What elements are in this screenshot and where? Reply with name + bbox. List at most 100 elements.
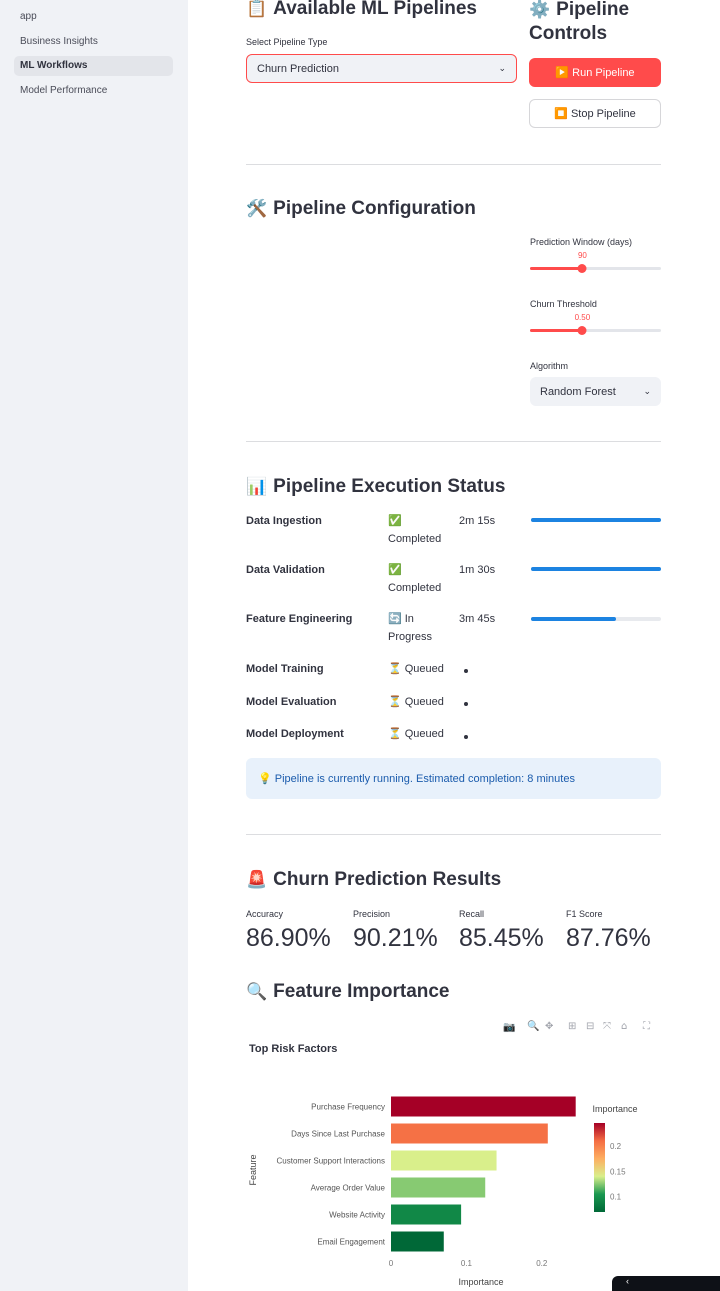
pipelines-title: Available ML Pipelines [273,0,477,19]
stage-status: ⏳ Queued [388,696,444,708]
config-heading: 🛠️ Pipeline Configuration [246,198,476,220]
controls-heading: ⚙️ Pipeline Controls [529,0,679,46]
stage-status: ⏳ Queued [388,728,444,740]
chevron-down-icon: ⌄ [643,386,651,397]
stage-status: ✅ Completed [388,515,442,545]
manage-app-button[interactable]: ‹ [612,1276,720,1291]
churn-threshold-value: 0.50 [574,313,591,322]
metric-value: 87.76% [566,924,651,952]
stage-status: ✅ Completed [388,564,442,594]
divider [246,164,661,165]
bar[interactable] [391,1177,486,1198]
chevron-down-icon: ⌄ [498,63,506,74]
colorbar [594,1123,605,1212]
progress-fill [531,518,661,522]
stage-name: Model Evaluation [246,696,337,708]
prediction-window-slider[interactable] [530,264,661,273]
results-heading: 🚨 Churn Prediction Results [246,869,501,891]
feature-importance-chart: Purchase Frequency Days Since Last Purcha… [248,1096,638,1287]
metric-label: F1 Score [566,909,603,919]
x-axis-label: Importance [458,1277,503,1287]
zoom-in-icon[interactable]: ⊞ [568,1021,576,1032]
fullscreen-icon[interactable]: ⛶ [643,1021,650,1032]
siren-icon: 🚨 [246,870,268,890]
category-label: Days Since Last Purchase [291,1130,385,1139]
stage-name: Model Training [246,663,324,675]
colorbar-ticks: 0.2 0.15 0.1 [610,1142,626,1202]
category-label: Customer Support Interactions [277,1157,386,1166]
category-label: Purchase Frequency [311,1103,385,1112]
importance-title: Feature Importance [273,981,450,1002]
x-tick-label: 0.1 [461,1259,473,1268]
metric-value: 86.90% [246,924,331,952]
pipeline-type-label: Select Pipeline Type [246,37,328,47]
pipelines-heading: 📋 Available ML Pipelines [246,0,477,20]
slider-thumb[interactable] [577,326,587,335]
bar[interactable] [391,1231,444,1252]
y-axis-label: Feature [248,1154,258,1185]
stop-pipeline-button[interactable]: ⏹️ Stop Pipeline [529,99,661,128]
run-pipeline-button[interactable]: ▶️ Run Pipeline [529,58,661,87]
pipeline-type-select[interactable]: Churn Prediction ⌄ [246,54,517,83]
pan-icon[interactable]: ✥ [545,1021,553,1032]
colorbar-title: Importance [592,1104,637,1114]
algorithm-label: Algorithm [530,361,569,371]
zoom-out-icon[interactable]: ⊟ [586,1021,594,1032]
metric-label: Recall [459,909,485,919]
metric-label: Precision [353,909,391,919]
slider-thumb[interactable] [577,264,587,273]
main-content: 📋 Available ML Pipelines Select Pipeline … [188,0,720,1291]
bar-group [391,1096,576,1252]
stage-time: 3m 45s [459,613,496,625]
bar[interactable] [391,1096,576,1117]
bar[interactable] [391,1150,497,1171]
prediction-window-label: Prediction Window (days) [530,237,633,247]
clipboard-icon: 📋 [246,0,268,19]
stage-name: Data Validation [246,564,325,576]
bar-chart-icon: 📊 [246,477,268,497]
camera-icon[interactable]: 📷 [503,1022,515,1033]
status-heading: 📊 Pipeline Execution Status [246,476,505,498]
pipeline-type-value: Churn Prediction [257,62,339,75]
algorithm-value: Random Forest [540,385,616,398]
sidebar: app Business Insights ML Workflows Model… [0,0,188,1291]
stage-time-placeholder [464,735,468,739]
x-tick-label: 0 [389,1259,394,1268]
category-label: Website Activity [329,1211,385,1220]
bar[interactable] [391,1204,462,1225]
category-labels: Purchase Frequency Days Since Last Purcha… [277,1103,386,1247]
config-title: Pipeline Configuration [273,198,476,219]
sidebar-item-model-performance[interactable]: Model Performance [14,81,173,101]
status-title: Pipeline Execution Status [273,476,506,497]
prediction-window-value: 90 [577,251,587,260]
x-tick-labels: 0 0.1 0.2 [389,1259,548,1268]
stage-time-placeholder [464,669,468,673]
category-label: Average Order Value [311,1184,386,1193]
churn-threshold-slider[interactable] [530,326,661,335]
slider-fill [530,329,583,332]
colorbar-tick: 0.1 [610,1193,622,1202]
stage-time: 2m 15s [459,515,496,527]
bar[interactable] [391,1123,548,1144]
sidebar-item-ml-workflows[interactable]: ML Workflows [14,56,173,76]
magnifier-icon: 🔍 [246,982,268,1002]
stage-name: Data Ingestion [246,515,322,527]
stage-status: ⏳ Queued [388,663,444,675]
divider [246,441,661,442]
gear-icon: ⚙️ [529,0,551,20]
zoom-icon[interactable]: 🔍 [527,1021,539,1032]
stage-name: Model Deployment [246,728,344,740]
results-title: Churn Prediction Results [273,869,502,890]
algorithm-select[interactable]: Random Forest ⌄ [530,377,661,406]
metric-value: 85.45% [459,924,544,952]
reset-axes-icon[interactable]: ⌂ [621,1021,627,1032]
stage-time: 1m 30s [459,564,496,576]
divider [246,834,661,835]
sidebar-item-app[interactable]: app [14,7,173,27]
stage-progress-bar [531,567,661,571]
sidebar-item-business-insights[interactable]: Business Insights [14,32,173,52]
autoscale-icon[interactable]: ⤧ [603,1021,611,1032]
importance-heading: 🔍 Feature Importance [246,981,450,1003]
stage-time-placeholder [464,702,468,706]
colorbar-tick: 0.15 [610,1167,626,1176]
